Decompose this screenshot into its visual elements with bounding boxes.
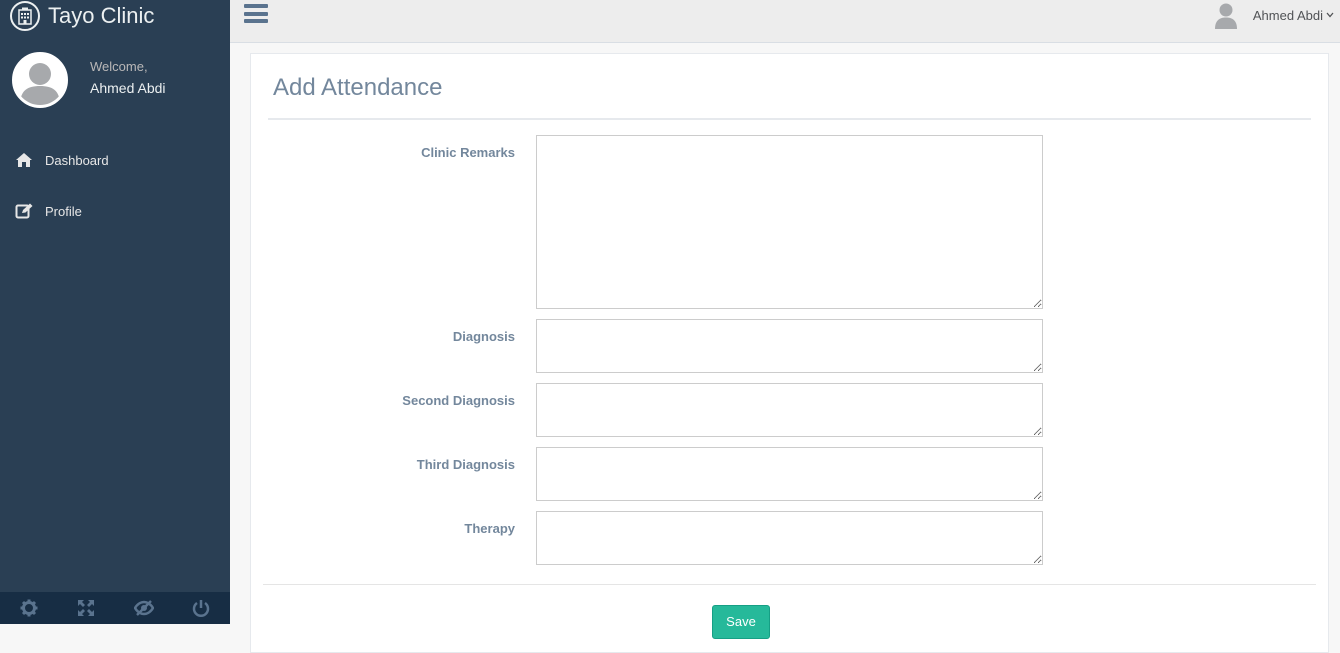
brand[interactable]: Tayo Clinic [10, 0, 154, 32]
save-button[interactable]: Save [712, 605, 770, 639]
edit-icon [15, 202, 35, 220]
therapy-label: Therapy [464, 521, 515, 536]
diagnosis-label: Diagnosis [452, 329, 515, 344]
fullscreen-icon [78, 600, 95, 616]
third-diagnosis-field[interactable] [536, 447, 1043, 501]
hamburger-menu-icon[interactable] [244, 4, 268, 26]
diagnosis-field[interactable] [536, 319, 1043, 373]
user-dropdown[interactable]: Ahmed Abdi [1213, 0, 1334, 30]
sidebar-menu: Dashboard Profile [0, 142, 230, 244]
clinic-remarks-field[interactable] [536, 135, 1043, 309]
second-diagnosis-field[interactable] [536, 383, 1043, 437]
lock-icon [133, 600, 154, 616]
sidebar-item-profile[interactable]: Profile [0, 193, 230, 229]
second-diagnosis-label: Second Diagnosis [402, 393, 515, 408]
form-panel: Add Attendance Clinic Remarks Diagnosis … [250, 53, 1329, 653]
settings-icon [20, 599, 38, 617]
brand-title: Tayo Clinic [48, 3, 155, 28]
page-title: Add Attendance [273, 74, 443, 101]
divider [263, 584, 1316, 585]
settings-button[interactable] [0, 592, 58, 624]
sidebar-user-name: Ahmed Abdi [90, 80, 166, 96]
sidebar: Tayo Clinic Welcome, Ahmed Abdi Dashboar… [0, 0, 230, 624]
chevron-down-icon [1326, 10, 1334, 21]
third-diagnosis-label: Third Diagnosis [416, 457, 515, 472]
fullscreen-button[interactable] [58, 592, 116, 624]
home-icon [15, 151, 35, 169]
avatar [1213, 1, 1239, 29]
divider [268, 118, 1311, 120]
welcome-label: Welcome, [90, 59, 148, 74]
hospital-icon [10, 1, 40, 31]
clinic-remarks-label: Clinic Remarks [421, 145, 515, 160]
logout-button[interactable] [173, 592, 231, 624]
topbar: Ahmed Abdi [230, 0, 1340, 43]
sidebar-item-dashboard[interactable]: Dashboard [0, 142, 230, 178]
sidebar-item-label: Profile [45, 203, 82, 219]
logout-icon [193, 600, 210, 617]
sidebar-profile: Welcome, Ahmed Abdi [12, 52, 166, 108]
sidebar-footer [0, 592, 230, 624]
lock-button[interactable] [115, 592, 173, 624]
therapy-field[interactable] [536, 511, 1043, 565]
topbar-user-name: Ahmed Abdi [1252, 7, 1323, 23]
avatar [12, 52, 68, 108]
welcome-block: Welcome, Ahmed Abdi [90, 59, 166, 96]
sidebar-item-label: Dashboard [45, 152, 109, 168]
